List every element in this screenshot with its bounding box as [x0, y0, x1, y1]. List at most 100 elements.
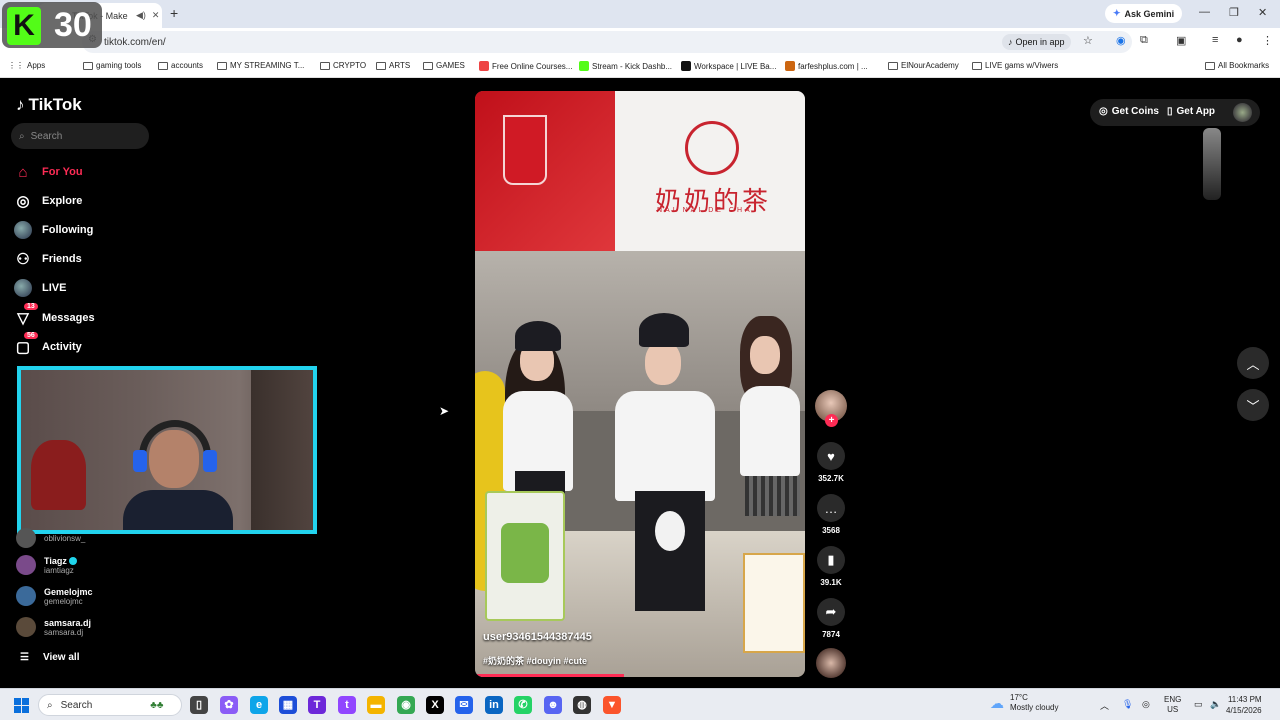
teams-icon[interactable]: T — [308, 696, 326, 714]
obs-icon[interactable]: ◍ — [573, 696, 591, 714]
bookmark-1[interactable]: gaming tools — [83, 61, 141, 70]
bookmark-star-icon[interactable]: ☆ — [1083, 34, 1093, 47]
bookmark-12[interactable]: LIVE gams w/Viwers — [972, 61, 1058, 70]
url-field[interactable]: ⚙ tiktok.com/en/ — [82, 31, 1132, 53]
notification-badge: 56 — [24, 332, 38, 339]
previous-video-button[interactable]: ︿ — [1237, 347, 1269, 379]
task-view-icon[interactable]: ▯ — [190, 696, 208, 714]
store-icon[interactable]: ▦ — [279, 696, 297, 714]
nav-activity[interactable]: ▢ 56 Activity — [14, 332, 82, 356]
profile-icon[interactable]: ● — [1236, 34, 1243, 46]
windows-taskbar: ⌕ Search ♣♣ ▯ ✿ e ▦ T t ▬ ◉ X ✉ in ✆ ☻ ◍… — [0, 688, 1280, 720]
following-account[interactable]: Tiagz iamtiagz — [16, 555, 77, 575]
maximize-icon[interactable]: ❐ — [1229, 6, 1239, 19]
video-player[interactable]: 奶奶的茶 NAI NAI DE CHA user93461544387445 #… — [475, 91, 805, 677]
video-author-username[interactable]: user93461544387445 — [483, 631, 592, 643]
taskbar-clock[interactable]: 11:43 PM 4/15/2026 — [1226, 694, 1262, 716]
music-disc-avatar[interactable] — [816, 648, 846, 678]
like-action[interactable]: ♥ 352.7K — [815, 442, 847, 483]
language-indicator[interactable]: ENG US — [1164, 695, 1181, 715]
heart-icon[interactable]: ♥ — [817, 442, 845, 470]
get-app-button[interactable]: ▯ Get App — [1167, 106, 1215, 117]
next-video-button[interactable]: ﹀ — [1237, 389, 1269, 421]
search-input[interactable]: ⌕ Search — [11, 123, 149, 149]
sidepanel-icon[interactable]: ▣ — [1176, 34, 1186, 47]
nav-messages[interactable]: ▽ 13 Messages — [14, 303, 95, 327]
minimize-icon[interactable]: — — [1199, 6, 1210, 18]
cast-icon[interactable]: ◉ — [1116, 34, 1126, 47]
outlook-icon[interactable]: ✉ — [455, 696, 473, 714]
nav-live[interactable]: LIVE — [14, 279, 66, 297]
bookmark-10[interactable]: farfeshplus.com | ... — [785, 61, 868, 71]
comment-icon[interactable]: … — [817, 494, 845, 522]
open-in-app-button[interactable]: ♪ Open in app — [1002, 34, 1071, 50]
user-avatar[interactable] — [1233, 103, 1252, 122]
x-app-icon[interactable]: X — [426, 696, 444, 714]
verified-badge-icon — [68, 557, 77, 566]
tab-close-icon[interactable]: ✕ — [152, 10, 160, 21]
bookmark-13[interactable]: All Bookmarks — [1205, 61, 1269, 70]
close-window-icon[interactable]: ✕ — [1258, 6, 1267, 19]
file-explorer-icon[interactable]: ▬ — [367, 696, 385, 714]
following-account[interactable]: oblivionsw_ — [16, 528, 85, 548]
bookmark-7[interactable]: Free Online Courses... — [479, 61, 572, 71]
compass-icon: ◎ — [16, 193, 30, 210]
bookmark-3[interactable]: MY STREAMING T... — [217, 61, 304, 70]
view-all-button[interactable]: ☰ View all — [20, 652, 79, 663]
account-username: iamtiagz — [44, 565, 74, 575]
nav-explore[interactable]: ◎ Explore — [14, 192, 82, 210]
get-coins-button[interactable]: ◎ Get Coins — [1099, 106, 1159, 117]
nav-following[interactable]: Following — [14, 221, 93, 239]
bookmark-4[interactable]: CRYPTO — [320, 61, 366, 70]
audio-icon[interactable]: ◀) — [136, 10, 146, 21]
nav-friends[interactable]: ⚇ Friends — [14, 250, 81, 268]
following-account[interactable]: samsara.dj samsara.dj — [16, 617, 91, 637]
ask-gemini-button[interactable]: ✦ Ask Gemini — [1105, 4, 1183, 23]
video-hashtags[interactable]: #奶奶的茶 #douyin #cute — [483, 654, 587, 667]
tray-app-icon[interactable]: ◎ — [1142, 699, 1150, 710]
mouse-cursor-icon: ➤ — [439, 404, 450, 418]
menu-kebab-icon[interactable]: ⋮ — [1262, 34, 1273, 47]
chrome-icon[interactable]: ◉ — [397, 696, 415, 714]
bookmark-11[interactable]: ElNourAcademy — [888, 61, 959, 70]
windows-start-icon[interactable] — [14, 698, 29, 713]
share-icon[interactable]: ➦ — [817, 598, 845, 626]
media-icon[interactable]: ≡ — [1212, 34, 1218, 46]
comment-action[interactable]: … 3568 — [815, 494, 847, 535]
video-progress-bar[interactable] — [475, 674, 624, 677]
linkedin-icon[interactable]: in — [485, 696, 503, 714]
copilot-icon[interactable]: ✿ — [220, 696, 238, 714]
following-account[interactable]: Gemelojmc gemelojmc — [16, 586, 93, 606]
tray-chevron-icon[interactable]: ︿ — [1100, 699, 1109, 712]
brave-icon[interactable]: ▼ — [603, 696, 621, 714]
follow-plus-icon[interactable]: + — [825, 414, 838, 427]
bookmark-0[interactable]: ⋮⋮ Apps — [8, 61, 45, 70]
extensions-icon[interactable]: ⧉ — [1140, 34, 1148, 47]
account-username: oblivionsw_ — [44, 533, 86, 543]
bookmark-6[interactable]: GAMES — [423, 61, 465, 70]
taskbar-search-label: Search — [60, 699, 93, 711]
weather-widget[interactable]: ☁ 17°C Mostly cloudy — [990, 693, 1058, 713]
bookmark-5[interactable]: ARTS — [376, 61, 410, 70]
nav-for-you[interactable]: ⌂ For You — [14, 163, 82, 181]
volume-icon[interactable]: 🔈 — [1210, 699, 1221, 710]
bookmark-8[interactable]: Stream - Kick Dashb... — [579, 61, 672, 71]
folder-icon — [217, 61, 227, 70]
edge-icon[interactable]: e — [250, 696, 268, 714]
nav-label: Explore — [42, 195, 83, 207]
share-action[interactable]: ➦ 7874 — [815, 598, 847, 639]
tiktok-logo[interactable]: ♪ TikTok — [16, 95, 82, 115]
discord-icon[interactable]: ☻ — [544, 696, 562, 714]
folder-icon — [1205, 61, 1215, 70]
bookmark-9[interactable]: Workspace | LIVE Ba... — [681, 61, 776, 71]
bookmark-icon[interactable]: ▮ — [817, 546, 845, 574]
bookmark-2[interactable]: accounts — [158, 61, 203, 70]
save-action[interactable]: ▮ 39.1K — [815, 546, 847, 587]
microphone-icon[interactable]: 🎙 — [1122, 699, 1133, 710]
taskbar-search[interactable]: ⌕ Search ♣♣ — [38, 694, 182, 716]
network-icon[interactable]: ▭ — [1194, 699, 1203, 710]
new-tab-button[interactable]: + — [170, 5, 178, 21]
twitch-icon[interactable]: t — [338, 696, 356, 714]
whatsapp-icon[interactable]: ✆ — [514, 696, 532, 714]
tiktok-note-icon: ♪ — [16, 95, 25, 114]
